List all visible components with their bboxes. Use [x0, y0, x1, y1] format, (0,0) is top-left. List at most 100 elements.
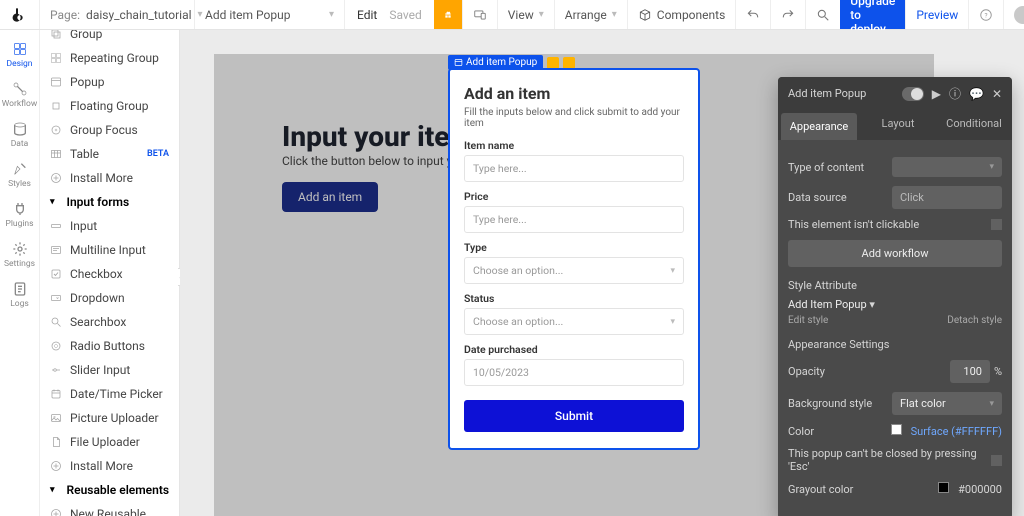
detach-style-link[interactable]: Detach style: [947, 315, 1002, 326]
palette-item[interactable]: Input: [40, 214, 179, 238]
undo-button[interactable]: [735, 0, 770, 29]
table-icon: [50, 148, 62, 160]
slider-icon: [50, 364, 62, 376]
deploy-button[interactable]: Upgrade to deploy: [840, 0, 905, 29]
palette-item[interactable]: Searchbox: [40, 310, 179, 334]
tab-conditional[interactable]: Conditional: [936, 110, 1012, 140]
grayout-value: #000000: [958, 483, 1002, 496]
form-field-input[interactable]: Choose an option...▾: [464, 308, 684, 335]
bg-style-field[interactable]: Flat color▾: [892, 392, 1002, 415]
palette-item[interactable]: New Reusable: [40, 502, 179, 516]
palette-item[interactable]: Date/Time Picker: [40, 382, 179, 406]
tab-layout[interactable]: Layout: [860, 110, 936, 140]
palette-item-label: Multiline Input: [70, 243, 146, 257]
palette-item[interactable]: Radio Buttons: [40, 334, 179, 358]
palette-item[interactable]: Repeating Group: [40, 46, 179, 70]
app-logo[interactable]: [0, 0, 40, 29]
redo-button[interactable]: [770, 0, 805, 29]
help-button[interactable]: ?: [968, 0, 1003, 29]
save-status: Saved: [389, 8, 421, 22]
opacity-field[interactable]: 100: [950, 360, 990, 383]
plus-icon: [50, 508, 62, 516]
not-clickable-checkbox[interactable]: [991, 219, 1002, 230]
palette-item[interactable]: Floating Group: [40, 94, 179, 118]
rail-styles[interactable]: Styles: [0, 156, 40, 194]
form-field-placeholder: Choose an option...: [473, 315, 563, 328]
chevron-down-icon: ▾: [329, 9, 334, 20]
view-menu[interactable]: View ▾: [497, 0, 554, 29]
popup-title: Add an item: [464, 84, 684, 103]
rail-settings[interactable]: Settings: [0, 236, 40, 274]
form-field-input[interactable]: Type here...: [464, 155, 684, 182]
element-breadcrumb[interactable]: Add item Popup ▾: [195, 0, 345, 29]
palette-item[interactable]: Install More: [40, 454, 179, 478]
palette-item[interactable]: Group: [40, 30, 179, 46]
preview-button[interactable]: Preview: [905, 0, 968, 29]
grayout-label: Grayout color: [788, 483, 853, 496]
rail-design[interactable]: Design: [0, 36, 40, 74]
grayout-field[interactable]: #000000: [938, 482, 1002, 496]
palette-item[interactable]: Install More: [40, 166, 179, 190]
data-source-field[interactable]: Click: [892, 186, 1002, 209]
page-selector[interactable]: Page: daisy_chain_tutorial ▾: [40, 0, 195, 29]
add-workflow-button[interactable]: Add workflow: [788, 240, 1002, 267]
form-field-placeholder: 10/05/2023: [473, 366, 529, 379]
close-icon[interactable]: ✕: [992, 87, 1002, 101]
data-icon: [12, 121, 28, 137]
search-icon: [50, 316, 62, 328]
selected-element-label: Add item Popup: [466, 57, 537, 68]
inspector-toggle[interactable]: [902, 87, 924, 101]
responsive-toggle[interactable]: [462, 0, 497, 29]
edit-style-link[interactable]: Edit style: [788, 315, 828, 326]
palette-item[interactable]: Slider Input: [40, 358, 179, 382]
palette-item[interactable]: Picture Uploader: [40, 406, 179, 430]
palette-item[interactable]: TableBETA: [40, 142, 179, 166]
color-field[interactable]: Surface (#FFFFFF): [891, 424, 1002, 438]
components-button[interactable]: Components: [627, 0, 736, 29]
form-field-input[interactable]: 10/05/2023: [464, 359, 684, 386]
palette-item[interactable]: Popup: [40, 70, 179, 94]
elements-palette[interactable]: GroupRepeating GroupPopupFloating Group G…: [40, 30, 180, 516]
rail-logs[interactable]: Logs: [0, 276, 40, 314]
search-button[interactable]: [805, 0, 840, 29]
edit-mode-label[interactable]: Edit: [357, 8, 377, 22]
form-field-label: Date purchased: [464, 343, 684, 356]
palette-item-label: Date/Time Picker: [70, 387, 163, 401]
palette-item[interactable]: Group Focus: [40, 118, 179, 142]
palette-item[interactable]: Dropdown: [40, 286, 179, 310]
arrange-menu[interactable]: Arrange ▾: [554, 0, 627, 29]
rail-workflow[interactable]: Workflow: [0, 76, 40, 114]
add-item-popup[interactable]: Add an item Fill the inputs below and cl…: [448, 68, 700, 450]
play-icon[interactable]: ▶: [932, 87, 941, 101]
rail-label: Data: [11, 139, 29, 149]
type-of-content-field[interactable]: ▾: [892, 157, 1002, 177]
form-field-label: Item name: [464, 139, 684, 152]
submit-button[interactable]: Submit: [464, 400, 684, 432]
popup-description: Fill the inputs below and click submit t…: [464, 107, 684, 129]
data-source-label: Data source: [788, 191, 847, 204]
comment-icon[interactable]: 💬: [969, 87, 984, 101]
rail-data[interactable]: Data: [0, 116, 40, 154]
palette-item-label: Searchbox: [70, 315, 126, 329]
undo-icon: [746, 8, 760, 22]
palette-item-label: Table: [70, 147, 99, 161]
style-attribute-field[interactable]: Add Item Popup ▾: [788, 298, 1002, 311]
info-icon[interactable]: ⓘ: [949, 85, 961, 102]
rail-plugins[interactable]: Plugins: [0, 196, 40, 234]
element-badge-2[interactable]: [563, 57, 575, 69]
element-badge-1[interactable]: [547, 57, 559, 69]
palette-item[interactable]: Multiline Input: [40, 238, 179, 262]
account-avatar[interactable]: [1003, 0, 1024, 29]
esc-close-checkbox[interactable]: [991, 455, 1002, 466]
rail-label: Plugins: [5, 219, 33, 229]
gift-button[interactable]: [434, 0, 462, 29]
palette-item-label: Group Focus: [70, 123, 138, 137]
view-menu-label: View: [508, 8, 534, 22]
form-field-input[interactable]: Choose an option...▾: [464, 257, 684, 284]
palette-item[interactable]: Checkbox: [40, 262, 179, 286]
property-inspector[interactable]: Add item Popup ▶ ⓘ 💬 ✕ Appearance Layout…: [778, 77, 1012, 516]
form-field-input[interactable]: Type here...: [464, 206, 684, 233]
palette-item[interactable]: File Uploader: [40, 430, 179, 454]
editor-canvas[interactable]: Input your items Click the button below …: [180, 30, 1024, 516]
tab-appearance[interactable]: Appearance: [781, 113, 857, 140]
